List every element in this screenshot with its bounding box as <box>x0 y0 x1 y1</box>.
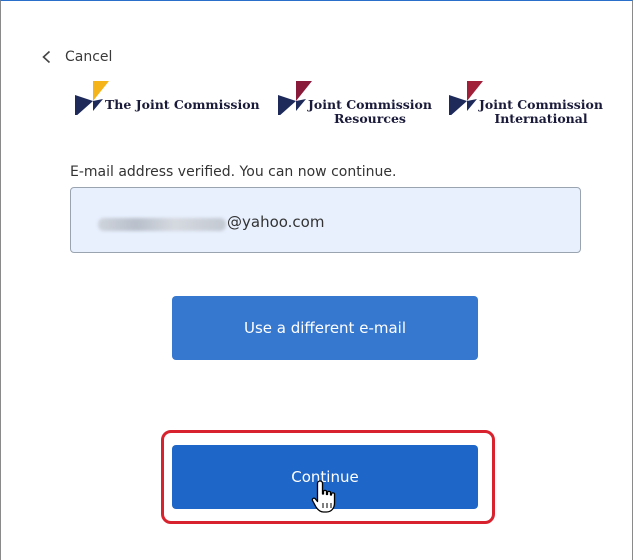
logo-2-line2: Resources <box>333 111 406 126</box>
cancel-label: Cancel <box>65 49 113 65</box>
email-domain-text: @yahoo.com <box>227 213 325 231</box>
logo-the-joint-commission: The Joint Commission <box>73 79 260 115</box>
hand-pointer-icon <box>311 480 336 513</box>
logo-2-line1: Joint Commission <box>308 97 432 112</box>
use-different-email-button[interactable]: Use a different e-mail <box>172 296 478 360</box>
verification-status-text: E-mail address verified. You can now con… <box>70 164 397 180</box>
logo-3-line2: International <box>494 111 588 126</box>
cancel-button[interactable]: Cancel <box>39 46 112 68</box>
logo-3-line1: Joint Commission <box>479 97 603 112</box>
logo-1-line1: The Joint Commission <box>105 97 260 112</box>
dialog-frame: Cancel The Joint Commission Joint Commis… <box>0 0 633 560</box>
logo-strip: The Joint Commission Joint Commission Re… <box>73 79 613 135</box>
redacted-email-local-part <box>98 218 226 231</box>
logo-jc-resources: Joint Commission Resources <box>276 79 432 126</box>
email-field[interactable]: @yahoo.com <box>70 187 581 253</box>
jci-logo-icon <box>449 81 483 115</box>
tjc-logo-icon <box>75 81 109 115</box>
logo-jc-international: Joint Commission International <box>447 79 603 126</box>
chevron-left-icon <box>42 50 51 64</box>
jcr-logo-icon <box>278 81 312 115</box>
